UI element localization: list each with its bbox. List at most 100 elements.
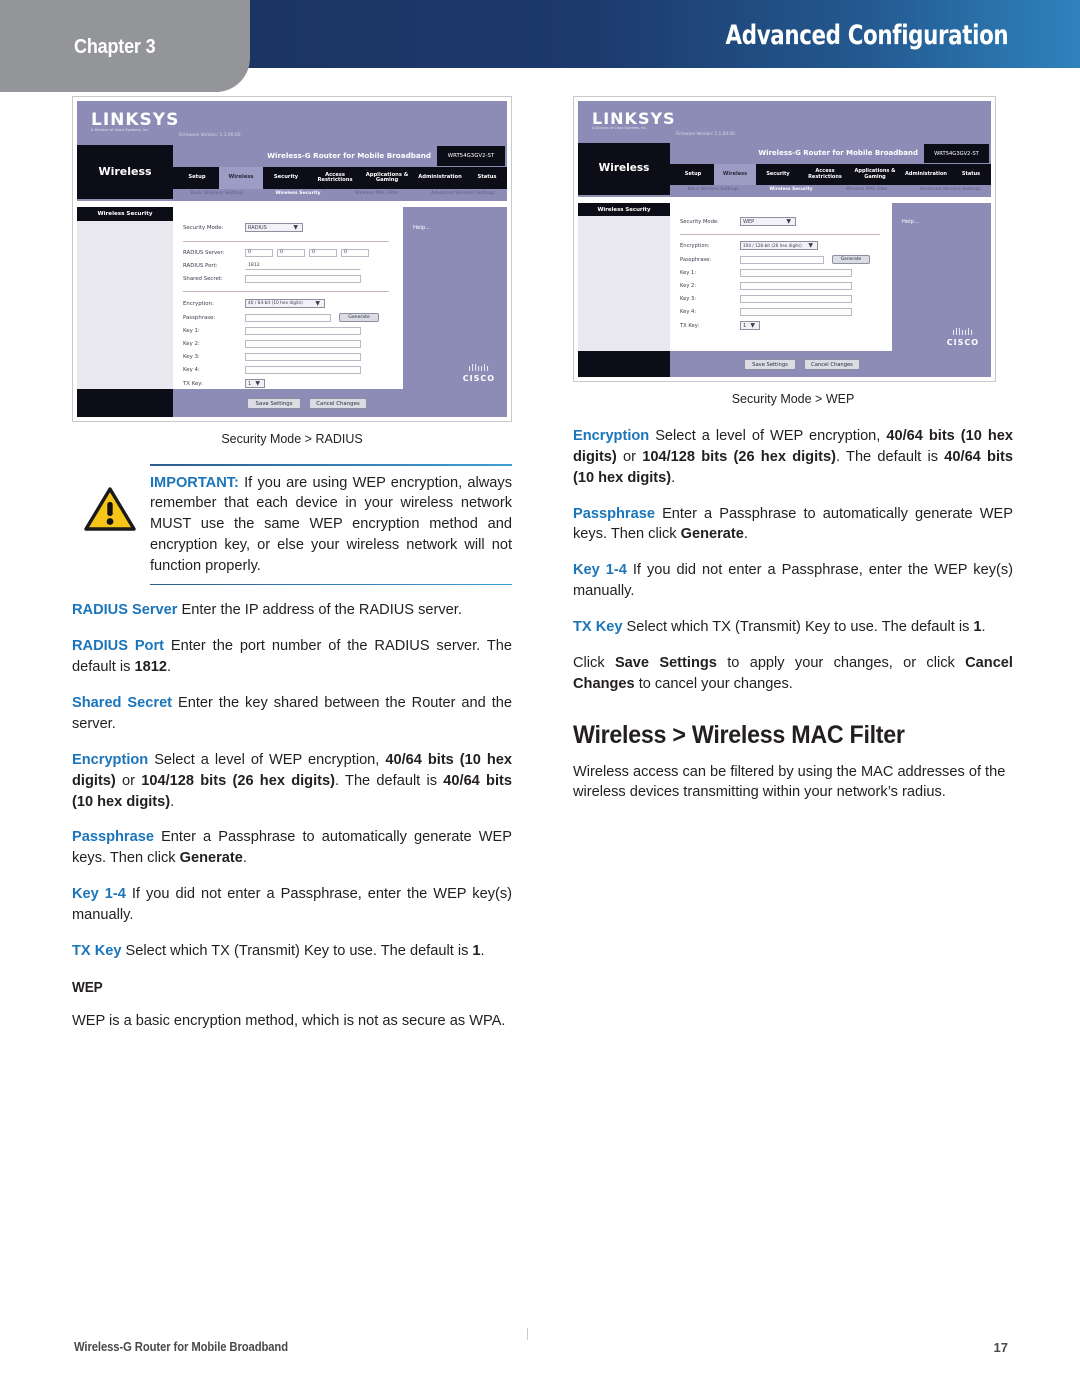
cisco-bars-icon: ıllıılı [952, 328, 974, 338]
enc-t3: . The default is [835, 448, 945, 465]
encryption-select[interactable]: 40 / 64-bit (10 hex digits) ▼ [245, 299, 325, 308]
router-tab-setup[interactable]: Setup [672, 164, 714, 185]
router-product-title: Wireless-G Router for Mobile Broadband [267, 151, 431, 160]
paragraph-mac-filter-description: Wireless access can be filtered by using… [573, 763, 1006, 801]
router-field-key-3[interactable]: Key 3: [183, 353, 361, 361]
router-field-tx-key[interactable]: TX Key: 1 ▼ [183, 379, 265, 388]
router-tab-security[interactable]: Security [263, 167, 309, 189]
radius-server-octet-4[interactable]: 0 [341, 249, 369, 257]
router-section-title: Wireless [98, 165, 152, 178]
save-settings-button[interactable]: Save Settings [744, 359, 796, 370]
generate-button[interactable]: Generate [832, 255, 870, 264]
router-field-key-4[interactable]: Key 4: [183, 366, 361, 374]
generate-button[interactable]: Generate [339, 313, 379, 322]
router-field-radius-server[interactable]: RADIUS Server: 0 0 0 0 [183, 249, 369, 257]
linksys-logo: LINKSYS [91, 110, 180, 130]
tx-b1: 1 [472, 942, 481, 959]
router-subtab-advanced-wireless-settings[interactable]: Advanced Wireless Settings [906, 187, 991, 192]
router-subtab-wireless-security[interactable]: Wireless Security [259, 191, 337, 196]
router-field-security-mode[interactable]: Security Mode: RADIUS ▼ [183, 223, 303, 232]
router-tab-wireless[interactable]: Wireless [219, 167, 263, 189]
router-subtab-wireless-mac-filter[interactable]: Wireless MAC Filter [830, 187, 904, 192]
tx-key-select[interactable]: 1 ▼ [245, 379, 265, 388]
router-tab-access-restrictions[interactable]: Access Restrictions [800, 164, 850, 185]
router-field-key-1[interactable]: Key 1: [183, 327, 361, 335]
pass-t2: . [743, 526, 748, 543]
router-field-tx-key[interactable]: TX Key: 1 ▼ [680, 321, 760, 330]
linksys-logo-subtitle: A Division of Cisco Systems, Inc. [91, 128, 150, 132]
router-field-key-1[interactable]: Key 1: [680, 269, 852, 277]
field-label: Key 3: [183, 354, 200, 360]
key-3-input[interactable] [740, 295, 852, 303]
router-tab-administration[interactable]: Administration [413, 167, 467, 189]
security-mode-select[interactable]: WEP ▼ [740, 217, 796, 226]
router-help-link[interactable]: Help... [413, 225, 430, 231]
key-1-input[interactable] [245, 327, 361, 335]
lead-txkey: TX Key [573, 619, 623, 636]
tx-key-select[interactable]: 1 ▼ [740, 321, 760, 330]
router-tab-applications-gaming[interactable]: Applications & Gaming [361, 167, 413, 189]
router-rule-1 [183, 241, 389, 242]
tx-t1: Select which TX (Transmit) Key to use. T… [622, 619, 974, 636]
important-note: IMPORTANT: If you are using WEP encrypti… [72, 464, 512, 586]
paragraph-txkey-right: TX Key Select which TX (Transmit) Key to… [573, 617, 1013, 638]
key-2-input[interactable] [245, 340, 361, 348]
router-tab-status[interactable]: Status [467, 167, 507, 189]
router-tab-wireless[interactable]: Wireless [714, 164, 756, 185]
router-subtab-advanced-wireless-settings[interactable]: Advanced Wireless Settings [417, 191, 507, 196]
router-field-encryption[interactable]: Encryption: 104 / 128-bit (26 hex digits… [680, 241, 818, 250]
router-tab-administration[interactable]: Administration [900, 164, 952, 185]
key14-t1: If you did not enter a Passphrase, enter… [72, 886, 513, 923]
radius-port-input[interactable]: 1812 [245, 262, 361, 270]
router-field-key-4[interactable]: Key 4: [680, 308, 852, 316]
router-tab-security[interactable]: Security [756, 164, 800, 185]
shared-secret-input[interactable] [245, 275, 361, 283]
lead-shared-secret: Shared Secret [72, 695, 173, 712]
router-tab-setup[interactable]: Setup [175, 167, 219, 189]
key-4-input[interactable] [245, 366, 361, 374]
passphrase-input[interactable] [740, 255, 824, 264]
radius-server-octet-3[interactable]: 0 [309, 249, 337, 257]
radius-server-octet-1[interactable]: 0 [245, 249, 273, 257]
tx-t2: . [480, 942, 485, 959]
passphrase-input[interactable] [245, 313, 331, 322]
router-help-link[interactable]: Help... [902, 219, 919, 225]
router-field-key-2[interactable]: Key 2: [680, 282, 852, 290]
router-tab-status[interactable]: Status [952, 164, 990, 185]
router-field-key-3[interactable]: Key 3: [680, 295, 852, 303]
router-footer-left [578, 351, 670, 377]
router-field-encryption[interactable]: Encryption: 40 / 64-bit (10 hex digits) ▼ [183, 299, 325, 308]
router-field-key-2[interactable]: Key 2: [183, 340, 361, 348]
router-field-shared-secret[interactable]: Shared Secret: [183, 275, 361, 283]
router-field-security-mode[interactable]: Security Mode: WEP ▼ [680, 217, 796, 226]
router-subtab-basic-wireless-settings[interactable]: Basic Wireless Settings [177, 191, 257, 196]
router-rule-1 [680, 234, 880, 235]
router-sidebar [578, 203, 670, 351]
key-4-input[interactable] [740, 308, 852, 316]
enc-t1: Select a level of WEP encryption, [148, 751, 386, 768]
router-tab-access-restrictions[interactable]: Access Restrictions [309, 167, 361, 189]
footer-document-title: Wireless-G Router for Mobile Broadband [74, 1340, 289, 1354]
security-mode-select[interactable]: RADIUS ▼ [245, 223, 303, 232]
radius-server-octet-2[interactable]: 0 [277, 249, 305, 257]
router-field-radius-port[interactable]: RADIUS Port: 1812 [183, 262, 361, 270]
note-label: IMPORTANT: [150, 474, 239, 491]
key-2-input[interactable] [740, 282, 852, 290]
cancel-changes-button[interactable]: Cancel Changes [309, 398, 367, 409]
bold-radius-port-default: 1812 [134, 659, 167, 676]
screenshot-caption-wep: Security Mode > WEP [731, 392, 855, 406]
router-subtab-wireless-mac-filter[interactable]: Wireless MAC Filter [339, 191, 415, 196]
router-tab-applications-gaming[interactable]: Applications & Gaming [850, 164, 900, 185]
key-1-input[interactable] [740, 269, 852, 277]
lead-encryption: Encryption [72, 751, 149, 768]
save-t1: Click [573, 654, 615, 671]
lead-encryption: Encryption [573, 428, 650, 444]
router-subtab-wireless-security[interactable]: Wireless Security [754, 187, 828, 192]
router-subtab-basic-wireless-settings[interactable]: Basic Wireless Settings [674, 187, 752, 192]
router-field-passphrase[interactable]: Passphrase: Generate [183, 313, 379, 322]
cancel-changes-button[interactable]: Cancel Changes [804, 359, 860, 370]
save-settings-button[interactable]: Save Settings [247, 398, 301, 409]
key-3-input[interactable] [245, 353, 361, 361]
router-field-passphrase[interactable]: Passphrase: Generate [680, 255, 870, 264]
encryption-select[interactable]: 104 / 128-bit (26 hex digits) ▼ [740, 241, 818, 250]
